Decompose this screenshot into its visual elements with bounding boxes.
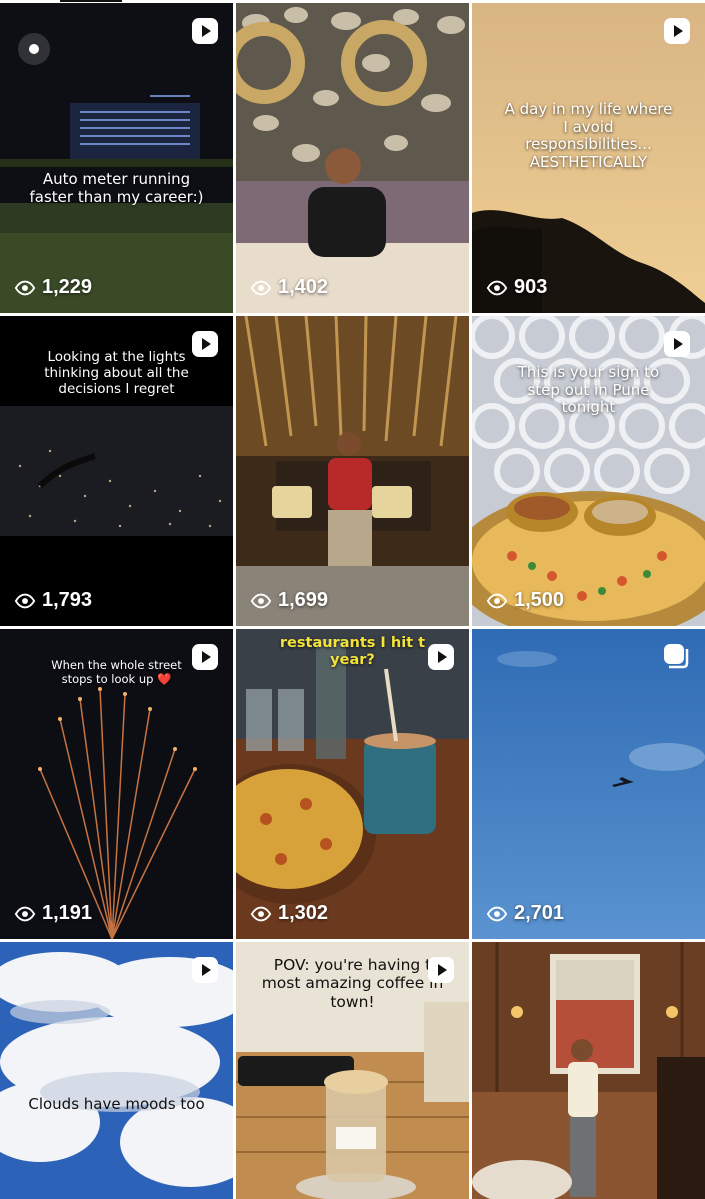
view-count-1: 1,229 (14, 276, 92, 299)
reel-tile-6[interactable]: This is your sign to step out in Pune to… (472, 316, 705, 626)
reel-tile-11[interactable]: POV: you're having t most amazing coffee… (236, 942, 469, 1199)
reel-tile-5[interactable]: 1,699 (236, 316, 469, 626)
reel-caption-3: A day in my life where I avoid responsib… (504, 100, 673, 172)
eye-icon (486, 593, 508, 608)
view-count-2: 1,402 (250, 276, 328, 299)
reel-tile-4[interactable]: Looking at the lights thinking about all… (0, 316, 233, 626)
reel-caption-10: Clouds have moods too (28, 1095, 205, 1113)
reel-thumbnail-8 (236, 629, 469, 939)
play-icon (428, 644, 454, 670)
play-icon (192, 644, 218, 670)
view-count-7: 1,191 (14, 902, 92, 925)
eye-icon (14, 906, 36, 921)
eye-icon (14, 593, 36, 608)
reel-thumbnail-2 (236, 3, 469, 313)
tab-indicator (60, 0, 122, 2)
eye-icon (250, 280, 272, 295)
view-count-4: 1,793 (14, 589, 92, 612)
view-count-3: 903 (486, 276, 547, 299)
play-icon (192, 331, 218, 357)
eye-icon (14, 280, 36, 295)
reel-caption-6: This is your sign to step out in Pune to… (517, 363, 660, 417)
reel-thumbnail-5 (236, 316, 469, 626)
reel-tile-7[interactable]: When the whole street stops to look up ❤… (0, 629, 233, 939)
eye-icon (250, 906, 272, 921)
play-icon (192, 957, 218, 983)
view-count-6: 1,500 (486, 589, 564, 612)
reel-tile-3[interactable]: A day in my life where I avoid responsib… (472, 3, 705, 313)
carousel-icon (664, 644, 689, 669)
reel-tile-2[interactable]: 1,402 (236, 3, 469, 313)
play-icon (664, 331, 690, 357)
view-count-9: 2,701 (486, 902, 564, 925)
reel-tile-9[interactable]: 2,701 (472, 629, 705, 939)
eye-icon (250, 593, 272, 608)
play-icon (428, 957, 454, 983)
view-count-8: 1,302 (250, 902, 328, 925)
play-icon (192, 18, 218, 44)
reel-tile-1[interactable]: Auto meter running faster than my career… (0, 3, 233, 313)
eye-icon (486, 906, 508, 921)
reel-tile-12[interactable] (472, 942, 705, 1199)
reel-thumbnail-1 (0, 3, 233, 313)
reel-thumbnail-12 (472, 942, 705, 1199)
view-count-5: 1,699 (250, 589, 328, 612)
reel-tile-8[interactable]: restaurants I hit t year? 1,302 (236, 629, 469, 939)
eye-icon (486, 280, 508, 295)
reels-grid: Auto meter running faster than my career… (0, 0, 705, 1199)
play-icon (664, 18, 690, 44)
reel-thumbnail-9 (472, 629, 705, 939)
reel-caption-1: Auto meter running faster than my career… (29, 170, 204, 206)
reel-tile-10[interactable]: Clouds have moods too (0, 942, 233, 1199)
